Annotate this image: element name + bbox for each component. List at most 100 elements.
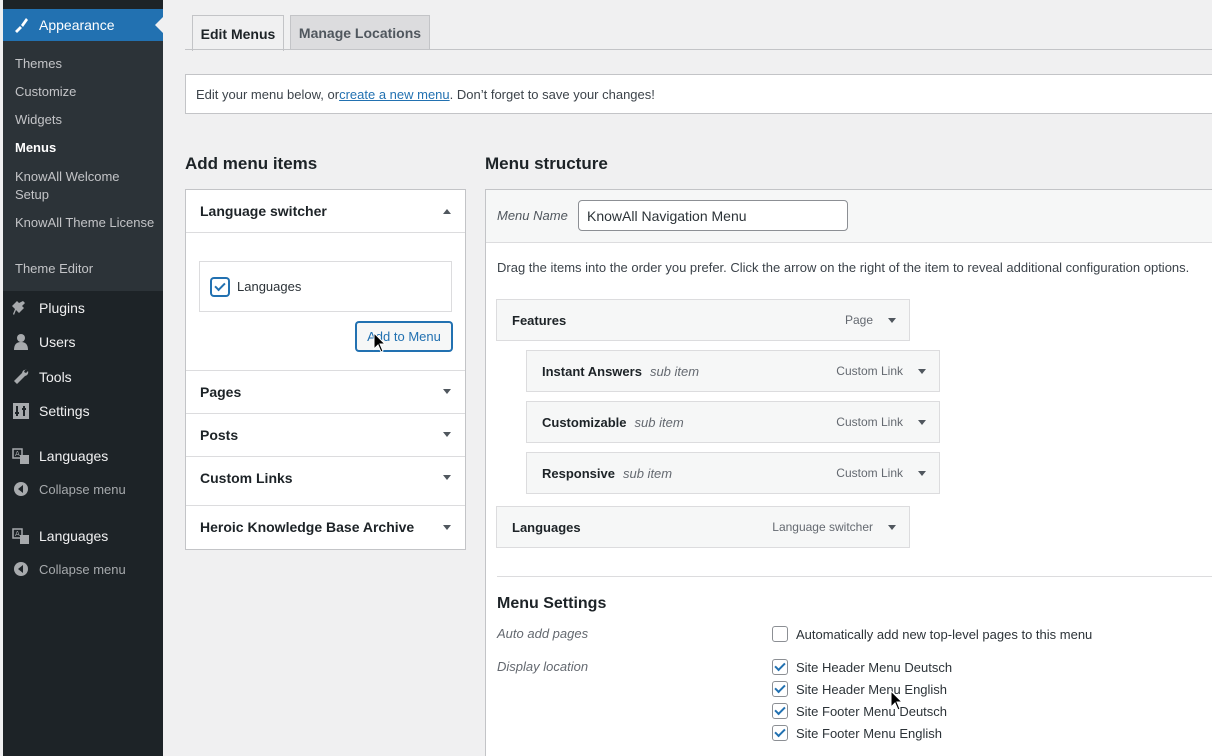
location-option[interactable]: Site Header Menu Deutsch	[772, 659, 952, 675]
collapse-menu-label: Collapse menu	[39, 561, 126, 577]
accordion-kb-archive[interactable]: Heroic Knowledge Base Archive	[186, 505, 465, 549]
sidebar-item-users[interactable]: Users	[11, 332, 76, 352]
collapse-menu-label: Collapse menu	[39, 481, 126, 497]
sidebar-item-appearance[interactable]: Appearance	[3, 9, 163, 41]
sidebar-item-settings[interactable]: Settings	[11, 401, 90, 421]
location-checkbox[interactable]	[772, 681, 788, 697]
plug-icon	[11, 298, 31, 318]
sub-item-label: sub item	[649, 363, 700, 379]
sidebar-item-languages-2[interactable]: A Languages	[11, 526, 108, 546]
sub-item-label: sub item	[634, 414, 684, 430]
divider	[497, 576, 1212, 577]
sidebar-item-label: Languages	[39, 528, 109, 544]
settings-icon	[11, 401, 31, 421]
chevron-down-icon	[443, 389, 451, 394]
admin-sidebar: Appearance Themes Customize Widgets Menu…	[3, 0, 163, 756]
chevron-down-icon[interactable]	[888, 317, 896, 323]
menu-item-type: Custom Link	[836, 466, 903, 480]
menu-settings-heading: Menu Settings	[497, 595, 607, 612]
user-icon	[11, 332, 31, 352]
sidebar-item-label: Settings	[39, 403, 90, 419]
menu-item-customizable[interactable]: Customizable sub item Custom Link	[526, 401, 940, 443]
display-location-label: Display location	[497, 659, 589, 674]
collapse-icon	[11, 479, 31, 499]
language-switcher-options: Languages	[199, 261, 452, 312]
chevron-down-icon	[443, 524, 451, 530]
menu-item-title: Languages	[512, 519, 581, 535]
menu-item-type: Language switcher	[772, 520, 873, 534]
menu-item-features[interactable]: Features Page	[496, 299, 910, 341]
menu-item-title: Responsive	[542, 465, 615, 481]
add-items-accordion: Language switcher Languages Add to Menu …	[185, 189, 466, 550]
accordion-title: Custom Links	[200, 469, 293, 486]
chevron-down-icon[interactable]	[918, 368, 926, 374]
chevron-down-icon	[443, 475, 451, 480]
collapse-menu-button-2[interactable]: Collapse menu	[11, 559, 126, 579]
auto-add-checkbox[interactable]	[772, 626, 788, 642]
location-checkbox[interactable]	[772, 659, 788, 675]
accordion-posts[interactable]: Posts	[186, 413, 465, 456]
accordion-title: Heroic Knowledge Base Archive	[200, 519, 415, 535]
auto-add-pages-label: Auto add pages	[497, 626, 589, 641]
languages-checkbox[interactable]	[211, 277, 229, 296]
paintbrush-icon	[11, 15, 31, 35]
submenu-theme-editor[interactable]: Theme Editor	[15, 260, 155, 278]
svg-text:A: A	[15, 450, 20, 458]
sidebar-item-plugins[interactable]: Plugins	[11, 298, 85, 318]
location-option[interactable]: Site Footer Menu English	[772, 725, 942, 741]
accordion-custom-links[interactable]: Custom Links	[186, 456, 465, 499]
chevron-down-icon[interactable]	[888, 524, 896, 530]
submenu-themes[interactable]: Themes	[15, 55, 155, 73]
tab-divider	[185, 49, 1212, 50]
submenu-knowall-theme-license[interactable]: KnowAll Theme License	[15, 214, 155, 232]
location-checkbox[interactable]	[772, 703, 788, 719]
menu-name-bar: Menu Name	[486, 190, 1212, 243]
tab-manage-locations[interactable]: Manage Locations	[290, 15, 430, 50]
submenu-customize[interactable]: Customize	[15, 83, 155, 101]
menu-item-title: Instant Answers	[542, 363, 642, 379]
chevron-up-icon	[443, 208, 451, 214]
sidebar-item-tools[interactable]: Tools	[11, 367, 72, 387]
location-checkbox[interactable]	[772, 725, 788, 741]
sidebar-item-label: Plugins	[39, 300, 85, 316]
menu-structure-heading: Menu structure	[485, 154, 608, 173]
sidebar-item-label: Tools	[39, 369, 72, 385]
accordion-language-switcher[interactable]: Language switcher	[186, 190, 465, 232]
chevron-down-icon[interactable]	[918, 419, 926, 425]
sidebar-item-label: Languages	[39, 448, 109, 464]
add-to-menu-button[interactable]: Add to Menu	[356, 322, 452, 351]
current-menu-arrow	[155, 17, 163, 33]
menu-name-input[interactable]	[578, 200, 848, 231]
chevron-down-icon[interactable]	[918, 470, 926, 476]
translation-icon: A	[11, 526, 31, 546]
menu-item-title: Features	[512, 312, 567, 328]
submenu-widgets[interactable]: Widgets	[15, 111, 155, 129]
auto-add-pages-option[interactable]: Automatically add new top-level pages to…	[772, 626, 1092, 642]
menu-name-label: Menu Name	[497, 208, 568, 223]
edit-menu-notice: Edit your menu below, or create a new me…	[185, 74, 1212, 114]
menu-item-responsive[interactable]: Responsive sub item Custom Link	[526, 452, 940, 494]
translation-icon: A	[11, 446, 31, 466]
accordion-pages[interactable]: Pages	[186, 370, 465, 413]
create-new-menu-link[interactable]: create a new menu	[339, 87, 450, 102]
collapse-menu-button[interactable]: Collapse menu	[11, 479, 126, 499]
tab-edit-menus[interactable]: Edit Menus	[192, 15, 284, 51]
menu-item-languages[interactable]: Languages Language switcher	[496, 506, 910, 548]
mouse-cursor-icon	[890, 690, 904, 711]
divider	[186, 232, 465, 233]
location-option[interactable]: Site Header Menu English	[772, 681, 947, 697]
submenu-menus[interactable]: Menus	[15, 139, 155, 157]
accordion-title: Posts	[200, 426, 239, 443]
location-option[interactable]: Site Footer Menu Deutsch	[772, 703, 947, 719]
menu-item-type: Page	[844, 313, 873, 327]
mouse-cursor-icon	[373, 332, 387, 353]
submenu-knowall-welcome-setup[interactable]: KnowAll Welcome Setup	[15, 168, 155, 204]
menu-item-instant-answers[interactable]: Instant Answers sub item Custom Link	[526, 350, 940, 392]
location-label: Site Footer Menu English	[796, 725, 942, 741]
collapse-icon	[11, 559, 31, 579]
notice-text: Edit your menu below, or	[196, 86, 340, 102]
notice-text-end: . Don’t forget to save your changes!	[449, 86, 655, 102]
menu-structure-panel: Menu Name Drag the items into the order …	[485, 189, 1212, 756]
menu-item-type: Custom Link	[836, 415, 903, 429]
sidebar-item-languages[interactable]: A Languages	[11, 446, 108, 466]
